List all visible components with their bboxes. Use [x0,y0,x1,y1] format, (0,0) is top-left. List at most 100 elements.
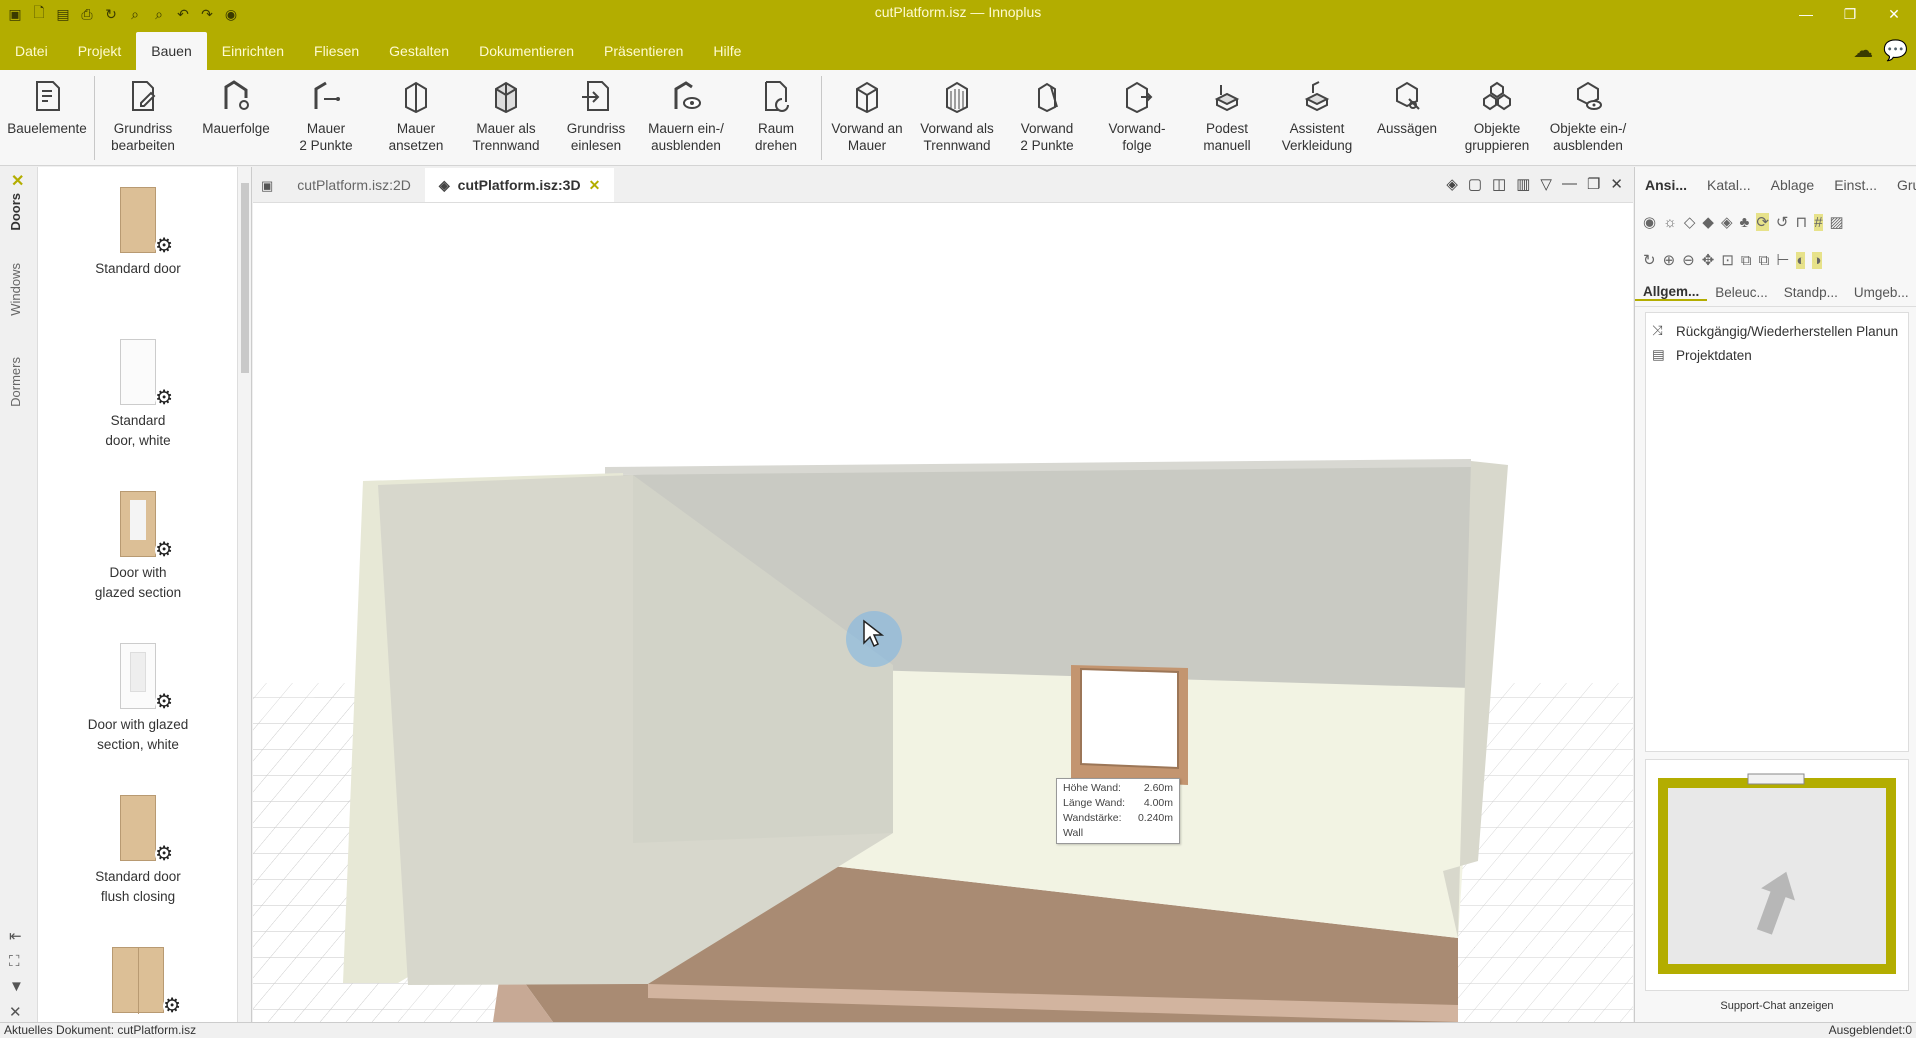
single-view-icon[interactable]: ▢ [1468,175,1482,193]
split-view-icon[interactable]: ◫ [1492,175,1506,193]
subtab-allgemein[interactable]: Allgem... [1635,284,1708,301]
subtab-beleuchtung[interactable]: Beleuc... [1707,285,1776,300]
grid-icon[interactable]: # [1814,213,1823,231]
ribbon-grundriss-einlesen-button[interactable]: Grundriss einlesen [551,70,641,166]
fullscreen-icon[interactable]: ⛶ [9,953,24,970]
tab-ablage[interactable]: Ablage [1761,177,1825,193]
close-panel-icon[interactable]: ✕ [9,1003,24,1021]
catalog-item[interactable]: ⚙ Standard door, white [38,339,237,451]
tree-item-undo-redo[interactable]: ⤨ Rückgängig/Wiederherstellen Planun [1652,319,1902,343]
catalog-scrollbar[interactable] [238,167,252,1022]
zoom-in-icon[interactable]: ⊕ [1663,251,1676,269]
tab-katalog[interactable]: Katal... [1697,177,1761,193]
ribbon-mauer-trennwand-button[interactable]: Mauer als Trennwand [461,70,551,166]
tab-dormers[interactable]: Dormers [8,357,23,407]
render-icon[interactable]: ◉ [1643,213,1656,231]
ribbon-mauerfolge-button[interactable]: Mauerfolge [191,70,281,166]
wireframe-icon[interactable]: ◇ [1684,213,1696,231]
menu-tab-einrichten[interactable]: Einrichten [207,32,299,70]
ribbon-aussaegen-button[interactable]: Aussägen [1362,70,1452,166]
close-icon[interactable]: ✕ [1872,0,1916,28]
save-icon[interactable]: ▤ [54,5,72,23]
subtab-standpunkt[interactable]: Standp... [1776,285,1846,300]
tab-einstellungen[interactable]: Einst... [1824,177,1887,193]
dropdown-icon[interactable]: ▽ [1540,175,1552,193]
menu-tab-projekt[interactable]: Projekt [63,32,137,70]
subtab-umgebung[interactable]: Umgeb... [1846,285,1916,300]
ribbon-grundriss-bearbeiten-button[interactable]: Grundriss bearbeiten [95,70,191,166]
ribbon-objekte-ein-ausblenden-button[interactable]: Objekte ein-/ausblenden [1542,70,1634,166]
minimap[interactable] [1645,759,1909,991]
panel-toggle-icon[interactable]: ▣ [253,178,283,202]
tree-item-projektdaten[interactable]: ▤ Projektdaten [1652,343,1902,367]
catalog-item[interactable]: ⚙ Standard door [38,187,237,279]
chat-icon[interactable]: 💬 [1883,38,1908,63]
new-file-icon[interactable]: 🗋 [30,4,48,23]
people-icon[interactable]: ♣ [1739,214,1749,231]
print-icon[interactable]: ⎙ [78,5,96,23]
menu-tab-dokumentieren[interactable]: Dokumentieren [464,32,589,70]
gear-icon[interactable]: ⚙ [155,540,173,560]
close-tab-icon[interactable]: ✕ [589,177,601,194]
paste-view-icon[interactable]: ⧉ [1759,252,1770,269]
menu-tab-gestalten[interactable]: Gestalten [374,32,464,70]
dimension-icon[interactable]: ⊢ [1776,251,1789,269]
ribbon-objekte-gruppieren-button[interactable]: Objekte gruppieren [1452,70,1542,166]
menu-tab-bauen[interactable]: Bauen [136,32,207,70]
hatch-icon[interactable]: ▨ [1830,213,1844,231]
restore-icon[interactable]: ❐ [1828,0,1872,28]
solid-icon[interactable]: ◆ [1702,213,1714,231]
ribbon-raum-drehen-button[interactable]: Raum drehen [731,70,821,166]
redo-icon[interactable]: ↷ [198,5,216,23]
ao-off-icon[interactable]: ◑ [1812,251,1822,269]
light-icon[interactable]: ☼ [1663,214,1677,231]
tab-ansicht[interactable]: Ansi... [1635,177,1697,193]
zoom-out-icon[interactable]: ⊖ [1682,251,1695,269]
ribbon-mauer-ansetzen-button[interactable]: Mauer ansetzen [371,70,461,166]
close-view-icon[interactable]: ✕ [1610,175,1623,193]
catalog-item[interactable]: ⚙ [38,947,237,1019]
zoom-window-icon[interactable]: ⊡ [1721,251,1734,269]
texture-icon[interactable]: ◈ [1721,213,1733,231]
walk-icon[interactable]: ⟳ [1756,213,1769,231]
ribbon-vorwand-trennwand-button[interactable]: Vorwand als Trennwand [912,70,1002,166]
catalog-item[interactable]: ⚙ Door with glazed section [38,491,237,603]
3d-viewport[interactable] [253,203,1633,1022]
tab-2d-view[interactable]: cutPlatform.isz:2D [283,168,425,202]
orbit-icon[interactable]: ↺ [1776,213,1789,231]
3d-scene[interactable] [253,203,1633,1022]
ribbon-vorwand-2-punkte-button[interactable]: Vorwand 2 Punkte [1002,70,1092,166]
options-icon[interactable]: ◉ [222,5,240,23]
ribbon-mauern-ein-ausblenden-button[interactable]: Mauern ein-/ausblenden [641,70,731,166]
minimize-view-icon[interactable]: — [1562,175,1577,193]
measure-icon[interactable]: ⊓ [1795,213,1807,231]
gear-icon[interactable]: ⚙ [155,844,173,864]
support-chat-button[interactable]: Support-Chat anzeigen [1645,993,1909,1019]
catalog-item[interactable]: ⚙ Door with glazed section, white [38,643,237,755]
ribbon-vorwand-an-mauer-button[interactable]: Vorwand an Mauer [822,70,912,166]
tab-windows[interactable]: Windows [8,263,23,316]
scrollbar-thumb[interactable] [241,183,249,373]
restore-view-icon[interactable]: ❐ [1587,175,1600,193]
search-icon[interactable]: ⌕ [126,5,144,23]
refresh-icon[interactable]: ↻ [102,5,120,23]
dock-icon[interactable]: ⇤ [9,927,24,945]
ao-on-icon[interactable]: ◐ [1796,251,1806,269]
ribbon-mauer-2-punkte-button[interactable]: Mauer 2 Punkte [281,70,371,166]
gear-icon[interactable]: ⚙ [155,692,173,712]
menu-tab-hilfe[interactable]: Hilfe [698,32,756,70]
tab-doors[interactable]: Doors [8,193,23,231]
tab-3d-view[interactable]: ◈ cutPlatform.isz:3D ✕ [424,168,615,202]
view-3d-icon[interactable]: ◈ [1446,175,1458,193]
menu-tab-datei[interactable]: Datei [0,32,63,70]
tab-gruppen[interactable]: Grup... [1887,177,1916,193]
ribbon-vorwandfolge-button[interactable]: Vorwand-folge [1092,70,1182,166]
gear-icon[interactable]: ⚙ [155,236,173,256]
columns-view-icon[interactable]: ▥ [1516,175,1530,193]
cloud-sync-icon[interactable]: ☁ [1853,38,1873,63]
reset-view-icon[interactable]: ↻ [1643,251,1656,269]
ribbon-podest-manuell-button[interactable]: Podest manuell [1182,70,1272,166]
ribbon-bauelemente-button[interactable]: Bauelemente [0,70,94,166]
minimize-icon[interactable]: — [1784,0,1828,28]
gear-icon[interactable]: ⚙ [163,996,181,1016]
